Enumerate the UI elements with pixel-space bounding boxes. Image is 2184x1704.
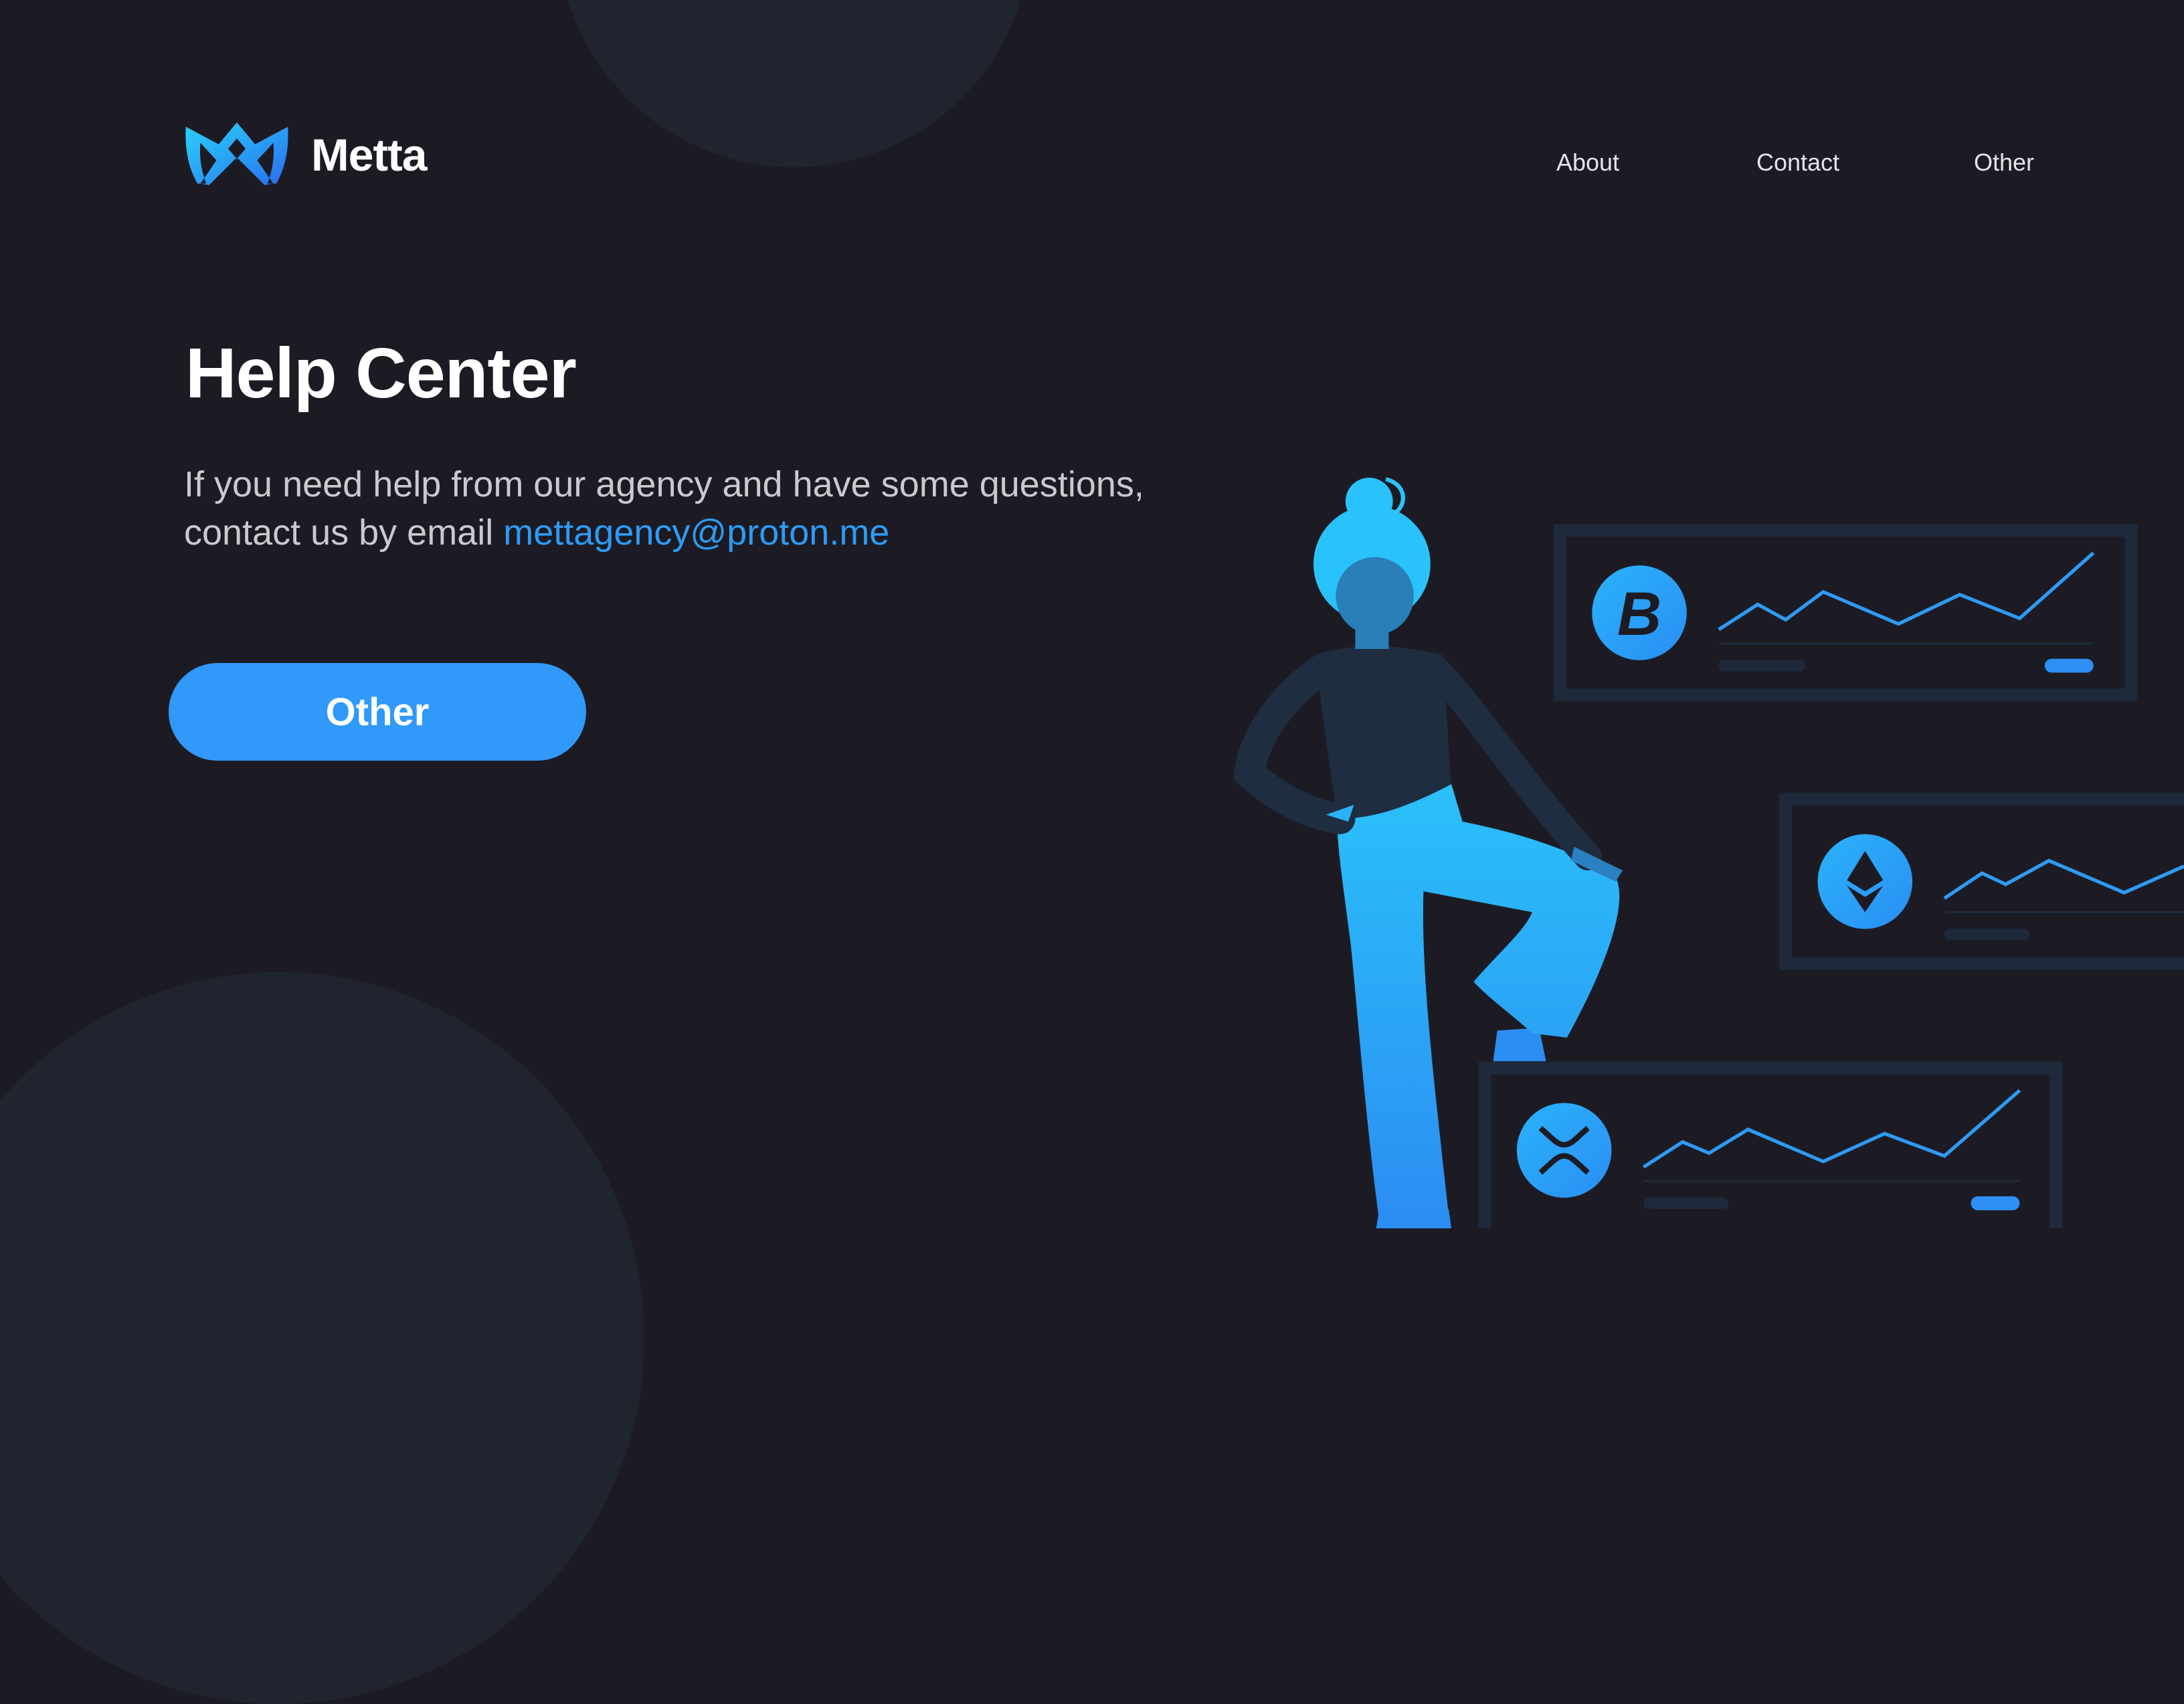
xrp-card <box>1478 1062 2062 1228</box>
svg-text:B: B <box>1617 580 1661 648</box>
price-line <box>1718 551 2095 632</box>
xrp-icon <box>1516 1103 1612 1198</box>
ethereum-card <box>1779 793 2184 970</box>
bitcoin-card: B <box>1554 524 2138 702</box>
price-line <box>1642 1088 2021 1169</box>
price-line <box>1943 858 2184 900</box>
crypto-illustration: B <box>1233 477 2184 1228</box>
